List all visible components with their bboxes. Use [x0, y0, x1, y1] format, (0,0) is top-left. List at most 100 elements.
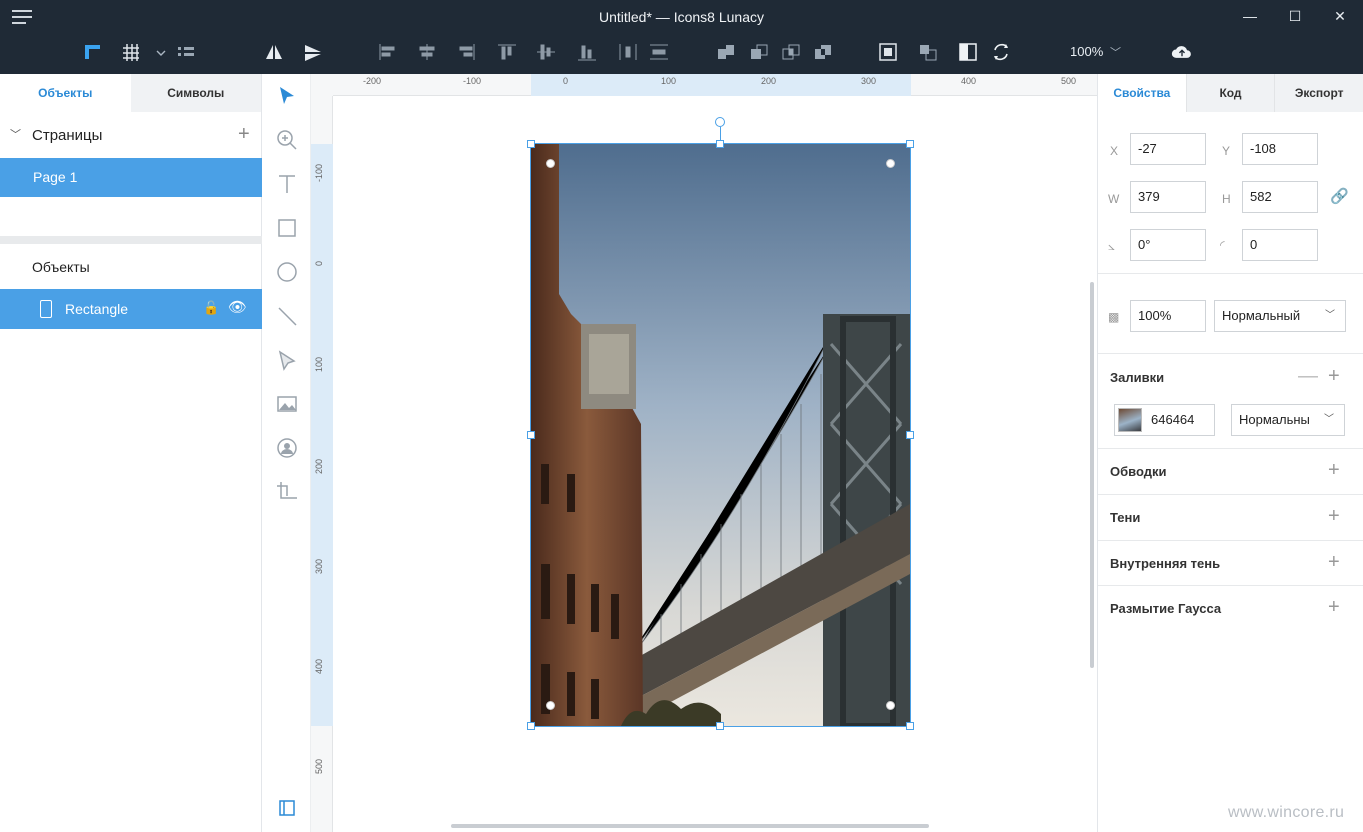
- tab-properties[interactable]: Свойства: [1098, 74, 1186, 112]
- ruler-label: 200: [761, 76, 777, 86]
- align-middle-icon[interactable]: [535, 42, 557, 62]
- y-label: Y: [1222, 144, 1231, 158]
- add-blur-icon[interactable]: +: [1328, 597, 1340, 617]
- resize-handle[interactable]: [527, 140, 535, 148]
- crop-icon[interactable]: [275, 480, 299, 504]
- corner-radius-handle[interactable]: [886, 159, 895, 168]
- remove-fill-icon[interactable]: —: [1298, 366, 1318, 386]
- fill-blend-select[interactable]: Нормальны ﹀: [1231, 404, 1345, 436]
- tab-code[interactable]: Код: [1185, 74, 1275, 112]
- canvas[interactable]: -200 -100 0 100 200 300 400 500 -100 0 1…: [311, 74, 1097, 832]
- text-icon[interactable]: [275, 172, 299, 196]
- tab-symbols[interactable]: Символы: [130, 74, 261, 112]
- resize-handle[interactable]: [716, 140, 724, 148]
- image-icon[interactable]: [275, 392, 299, 416]
- rectangle-icon[interactable]: [275, 216, 299, 240]
- difference-icon[interactable]: [812, 42, 834, 62]
- rectangle-layer-icon: [40, 300, 52, 318]
- subtract-icon[interactable]: [748, 42, 770, 62]
- corner-radius-handle[interactable]: [546, 159, 555, 168]
- shadows-label: Тени: [1110, 510, 1141, 525]
- radius-field[interactable]: 0: [1242, 229, 1318, 261]
- group-icon[interactable]: [917, 42, 939, 62]
- zoom-level[interactable]: 100%: [1070, 44, 1103, 59]
- add-inner-shadow-icon[interactable]: +: [1328, 552, 1340, 572]
- angle-icon: ⦣: [1108, 239, 1115, 253]
- add-shadow-icon[interactable]: +: [1328, 506, 1340, 526]
- align-top-icon[interactable]: [496, 42, 518, 62]
- ruler-label: 400: [961, 76, 977, 86]
- align-center-icon[interactable]: [416, 42, 438, 62]
- union-icon[interactable]: [715, 42, 737, 62]
- resize-handle[interactable]: [906, 431, 914, 439]
- minimize-icon[interactable]: —: [1238, 6, 1262, 26]
- eye-icon[interactable]: 👁: [228, 298, 247, 316]
- avatar-icon[interactable]: [275, 436, 299, 460]
- mask-icon[interactable]: [877, 42, 899, 62]
- maximize-icon[interactable]: ☐: [1283, 6, 1307, 26]
- y-field[interactable]: -108: [1242, 133, 1318, 165]
- chevron-down-icon[interactable]: ﹀: [10, 126, 21, 142]
- corner-radius-handle[interactable]: [886, 701, 895, 710]
- horizontal-scrollbar[interactable]: [451, 824, 929, 828]
- layer-item[interactable]: Rectangle 🔓 👁: [0, 289, 262, 329]
- zoom-chevron-icon[interactable]: ﹀: [1110, 44, 1121, 60]
- align-bottom-icon[interactable]: [576, 42, 598, 62]
- ruler-label: 100: [314, 356, 324, 372]
- ruler-icon[interactable]: [82, 42, 104, 62]
- link-proportions-icon[interactable]: 🔗: [1330, 187, 1349, 205]
- panel-splitter[interactable]: [0, 236, 262, 244]
- refresh-icon[interactable]: [990, 42, 1012, 62]
- add-fill-icon[interactable]: +: [1328, 366, 1340, 386]
- grid-icon[interactable]: [120, 42, 142, 62]
- resize-handle[interactable]: [906, 140, 914, 148]
- distribute-vertical-icon[interactable]: [648, 42, 670, 62]
- divider: [1098, 585, 1363, 586]
- rotation-field[interactable]: 0°: [1130, 229, 1206, 261]
- ruler-label: 0: [314, 260, 324, 266]
- tab-export[interactable]: Экспорт: [1274, 74, 1363, 112]
- align-left-icon[interactable]: [377, 42, 399, 62]
- intersect-icon[interactable]: [780, 42, 802, 62]
- unlock-icon[interactable]: 🔓: [203, 300, 219, 316]
- ellipse-icon[interactable]: [275, 260, 299, 284]
- flip-horizontal-icon[interactable]: [263, 42, 285, 62]
- vertical-scrollbar[interactable]: [1090, 282, 1094, 668]
- bridge-photo[interactable]: [531, 144, 910, 726]
- tab-objects[interactable]: Объекты: [0, 74, 131, 112]
- add-page-icon[interactable]: +: [238, 124, 250, 144]
- panel-toggle-icon[interactable]: [275, 796, 299, 820]
- corner-radius-handle[interactable]: [546, 701, 555, 710]
- page-item[interactable]: Page 1: [0, 158, 262, 197]
- cloud-upload-icon[interactable]: [1171, 42, 1197, 62]
- x-field[interactable]: -27: [1130, 133, 1206, 165]
- w-label: W: [1108, 192, 1120, 206]
- distribute-horizontal-icon[interactable]: [617, 42, 639, 62]
- width-field[interactable]: 379: [1130, 181, 1206, 213]
- line-icon[interactable]: [275, 304, 299, 328]
- zoom-icon[interactable]: [275, 128, 299, 152]
- align-right-icon[interactable]: [455, 42, 477, 62]
- flip-vertical-icon[interactable]: [302, 42, 324, 62]
- add-border-icon[interactable]: +: [1328, 460, 1340, 480]
- pen-icon[interactable]: [275, 348, 299, 372]
- resize-handle[interactable]: [716, 722, 724, 730]
- grid-options-chevron-icon[interactable]: [150, 42, 166, 62]
- ruler-label: -100: [314, 163, 324, 182]
- layout-grid-icon[interactable]: [175, 42, 197, 62]
- fill-blend-value: Нормальны: [1239, 412, 1310, 427]
- resize-handle[interactable]: [527, 722, 535, 730]
- blend-mode-select[interactable]: Нормальный ﹀: [1214, 300, 1346, 332]
- ruler-label: 500: [1061, 76, 1077, 86]
- fill-image-thumbnail[interactable]: [1118, 408, 1142, 432]
- opacity-field[interactable]: 100%: [1130, 300, 1206, 332]
- invert-icon[interactable]: [957, 42, 979, 62]
- height-field[interactable]: 582: [1242, 181, 1318, 213]
- properties-panel: Свойства Код Экспорт X -27 Y -108 W 379 …: [1097, 74, 1363, 832]
- select-icon[interactable]: [275, 84, 299, 108]
- close-icon[interactable]: ✕: [1328, 6, 1352, 26]
- divider: [1098, 494, 1363, 495]
- resize-handle[interactable]: [527, 431, 535, 439]
- resize-handle[interactable]: [906, 722, 914, 730]
- rotation-handle[interactable]: [715, 117, 725, 127]
